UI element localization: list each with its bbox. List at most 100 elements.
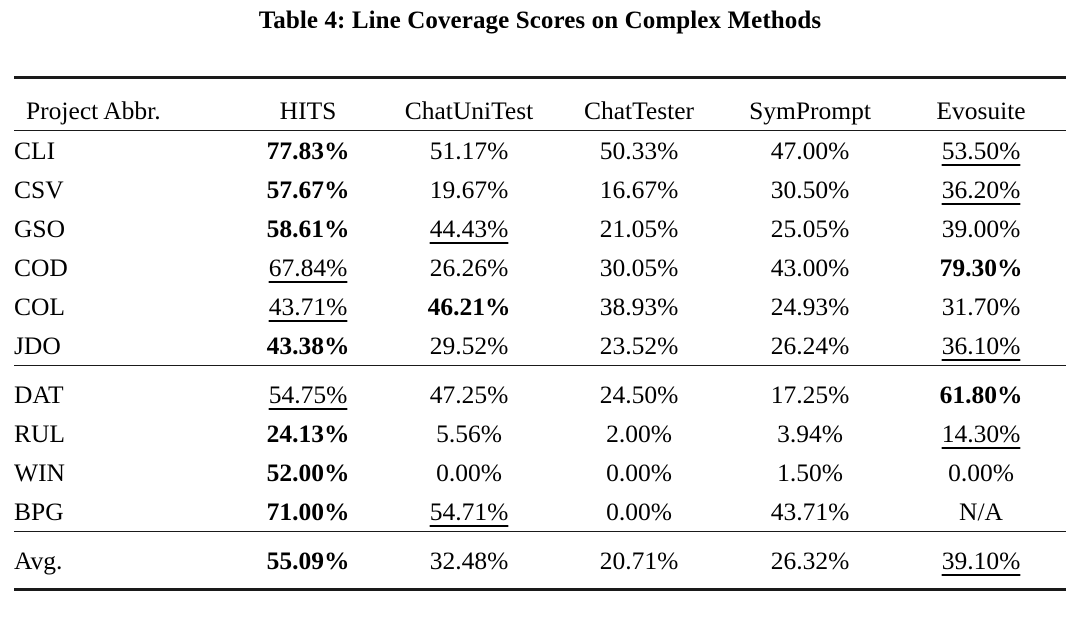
cell-hits: 52.00% [232, 453, 384, 492]
cell-value: 24.50% [599, 380, 679, 409]
row-label-dat: DAT [14, 365, 232, 414]
cell-value: 1.50% [777, 458, 843, 487]
table-row: GSO 58.61% 44.43% 21.05% 25.05% 39.00% [14, 209, 1066, 248]
cell-chatunitest: 46.21% [384, 287, 554, 326]
cell-chattester: 0.00% [554, 492, 724, 532]
row-label-cli: CLI [14, 136, 56, 165]
cell-value: 36.20% [941, 175, 1021, 204]
cell-value: 39.00% [941, 214, 1021, 243]
cell-value: 16.67% [599, 175, 679, 204]
table-row: COL 43.71% 46.21% 38.93% 24.93% 31.70% [14, 287, 1066, 326]
column-header-project: Project Abbr. [14, 76, 232, 131]
cell-chattester: 21.05% [554, 209, 724, 248]
cell-value: 25.05% [770, 214, 850, 243]
cell-chatunitest: 51.17% [384, 131, 554, 171]
cell-value: 23.52% [599, 331, 679, 360]
cell-chatunitest: 44.43% [384, 209, 554, 248]
cell-evosuite: 14.30% [896, 414, 1066, 453]
cell-value: 5.56% [436, 419, 502, 448]
cell-hits: 43.38% [232, 326, 384, 366]
table-row: RUL 24.13% 5.56% 2.00% 3.94% 14.30% [14, 414, 1066, 453]
cell-value: 0.00% [606, 458, 672, 487]
cell-value: 55.09% [266, 546, 350, 575]
cell-value: 3.94% [777, 419, 843, 448]
cell-chatunitest: 32.48% [384, 531, 554, 591]
cell-symprompt: 43.00% [724, 248, 896, 287]
cell-evosuite: 39.10% [896, 531, 1066, 591]
table-row: JDO 43.38% 29.52% 23.52% 26.24% 36.10% [14, 326, 1066, 366]
cell-chattester: 50.33% [554, 131, 724, 171]
cell-chattester: 23.52% [554, 326, 724, 366]
row-label-cod: COD [14, 253, 68, 282]
column-header-evosuite: Evosuite [896, 76, 1066, 131]
cell-value: 24.13% [266, 419, 350, 448]
line-coverage-table: Project Abbr. HITS ChatUniTest ChatTeste… [14, 76, 1066, 591]
cell-value: 54.75% [268, 380, 348, 409]
table-row: CLI 77.83% 51.17% 50.33% 47.00% 53.50% [14, 131, 1066, 171]
cell-value: 61.80% [939, 380, 1023, 409]
cell-value: 44.43% [429, 214, 509, 243]
cell-value: 54.71% [429, 497, 509, 526]
cell-value: 19.67% [429, 175, 509, 204]
cell-chatunitest: 54.71% [384, 492, 554, 532]
cell-chattester: 24.50% [554, 365, 724, 414]
cell-value: 52.00% [266, 458, 350, 487]
row-label-avg: Avg. [14, 531, 232, 591]
cell-value: 47.25% [429, 380, 509, 409]
row-label-csv: CSV [14, 175, 64, 204]
cell-hits: 54.75% [232, 365, 384, 414]
cell-value: 26.32% [770, 546, 850, 575]
column-header-chatunitest: ChatUniTest [384, 76, 554, 131]
cell-hits: 55.09% [232, 531, 384, 591]
cell-symprompt: 17.25% [724, 365, 896, 414]
cell-evosuite: 31.70% [896, 287, 1066, 326]
table-header: Project Abbr. HITS ChatUniTest ChatTeste… [14, 76, 1066, 131]
cell-evosuite: 36.20% [896, 170, 1066, 209]
cell-value: 32.48% [429, 546, 509, 575]
cell-value: 46.21% [427, 292, 511, 321]
cell-evosuite: 39.00% [896, 209, 1066, 248]
cell-evosuite: 79.30% [896, 248, 1066, 287]
cell-chatunitest: 5.56% [384, 414, 554, 453]
cell-value: 79.30% [939, 253, 1023, 282]
cell-value: 30.05% [599, 253, 679, 282]
cell-value: 36.10% [941, 331, 1021, 360]
cell-value: 39.10% [941, 546, 1021, 575]
cell-value: 71.00% [266, 497, 350, 526]
cell-value: 57.67% [266, 175, 350, 204]
cell-chatunitest: 47.25% [384, 365, 554, 414]
cell-value: 53.50% [941, 136, 1021, 165]
cell-chatunitest: 26.26% [384, 248, 554, 287]
cell-value: 24.93% [770, 292, 850, 321]
cell-hits: 77.83% [232, 131, 384, 171]
cell-value: 51.17% [429, 136, 509, 165]
cell-symprompt: 26.32% [724, 531, 896, 591]
cell-symprompt: 3.94% [724, 414, 896, 453]
table-row: COD 67.84% 26.26% 30.05% 43.00% 79.30% [14, 248, 1066, 287]
cell-value: 30.50% [770, 175, 850, 204]
row-label-col: COL [14, 292, 65, 321]
cell-value: 20.71% [599, 546, 679, 575]
cell-value: 0.00% [948, 458, 1014, 487]
cell-evosuite: N/A [896, 492, 1066, 532]
cell-chattester: 38.93% [554, 287, 724, 326]
cell-value: 26.26% [429, 253, 509, 282]
cell-evosuite: 61.80% [896, 365, 1066, 414]
cell-value: 43.00% [770, 253, 850, 282]
cell-chatunitest: 0.00% [384, 453, 554, 492]
cell-value: 0.00% [606, 497, 672, 526]
cell-value: 17.25% [770, 380, 850, 409]
cell-value: 47.00% [770, 136, 850, 165]
cell-value: 38.93% [599, 292, 679, 321]
table-row: WIN 52.00% 0.00% 0.00% 1.50% 0.00% [14, 453, 1066, 492]
cell-value: 21.05% [599, 214, 679, 243]
cell-chattester: 0.00% [554, 453, 724, 492]
cell-chatunitest: 29.52% [384, 326, 554, 366]
cell-value: 2.00% [606, 419, 672, 448]
cell-value: 43.38% [266, 331, 350, 360]
cell-value: 50.33% [599, 136, 679, 165]
cell-chattester: 2.00% [554, 414, 724, 453]
cell-hits: 57.67% [232, 170, 384, 209]
cell-symprompt: 1.50% [724, 453, 896, 492]
column-header-hits: HITS [232, 76, 384, 131]
